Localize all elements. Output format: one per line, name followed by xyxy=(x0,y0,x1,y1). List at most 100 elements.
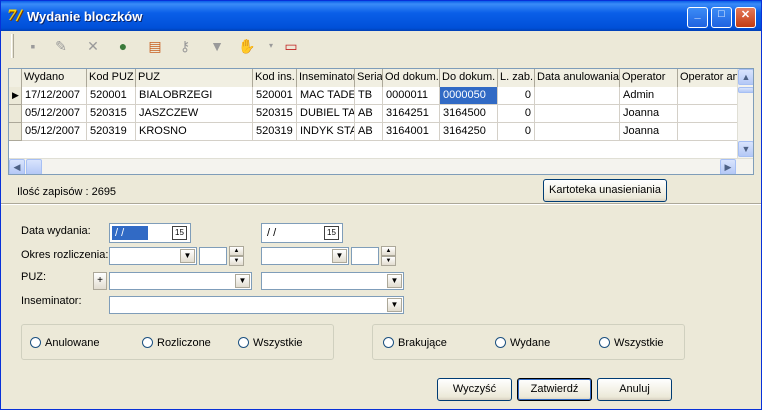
period-to-year-field[interactable] xyxy=(351,247,379,265)
chevron-down-icon[interactable]: ▼ xyxy=(387,298,402,312)
delete-icon[interactable]: ✕ xyxy=(83,36,103,56)
inseminator-select[interactable]: ▼ xyxy=(109,296,404,314)
toolbar-grip[interactable] xyxy=(11,34,14,58)
cell-data-anulowania[interactable] xyxy=(535,105,620,123)
radio-wydane[interactable]: Wydane xyxy=(495,337,550,349)
cell-operator-an[interactable] xyxy=(678,123,739,141)
chevron-down-icon[interactable]: ▼ xyxy=(332,249,347,263)
horizontal-scrollbar[interactable]: ◀ ▶ xyxy=(9,158,753,174)
cell-inseminator[interactable]: DUBIEL TA xyxy=(297,105,355,123)
radio-icon[interactable] xyxy=(495,337,506,348)
calendar-icon[interactable]: 15 xyxy=(324,226,339,240)
radio-wszystkie-1[interactable]: Wszystkie xyxy=(238,337,303,349)
col-header-l-zab[interactable]: L. zab. xyxy=(498,69,535,87)
hand-icon[interactable]: ✋ xyxy=(237,36,257,56)
cell-wydano[interactable]: 05/12/2007 xyxy=(22,123,87,141)
spin-down-icon[interactable]: ▼ xyxy=(229,256,244,266)
cell-kod-ins[interactable]: 520001 xyxy=(253,87,297,105)
radio-brakujace[interactable]: Brakujące xyxy=(383,337,447,349)
radio-wszystkie-2[interactable]: Wszystkie xyxy=(599,337,664,349)
cell-inseminator[interactable]: MAC TADE xyxy=(297,87,355,105)
cell-do-dokum[interactable]: 3164500 xyxy=(440,105,498,123)
cell-kod-puz[interactable]: 520319 xyxy=(87,123,136,141)
period-from-spinner[interactable]: ▲ ▼ xyxy=(229,246,244,266)
key-icon[interactable]: ⚷ xyxy=(175,36,195,56)
register-button[interactable]: Kartoteka unasieniania xyxy=(543,179,667,202)
col-header-puz[interactable]: PUZ xyxy=(136,69,253,87)
period-from-year-field[interactable] xyxy=(199,247,227,265)
table-row[interactable]: ▶ 17/12/2007 520001 BIALOBRZEGI 520001 M… xyxy=(9,87,739,105)
cell-puz[interactable]: BIALOBRZEGI xyxy=(136,87,253,105)
calendar-icon[interactable]: 15 xyxy=(172,226,187,240)
cell-od-dokum[interactable]: 3164251 xyxy=(383,105,440,123)
vertical-scrollbar[interactable]: ▲ ▼ xyxy=(737,69,753,158)
radio-anulowane[interactable]: Anulowane xyxy=(30,337,99,349)
col-header-kod-puz[interactable]: Kod PUZ xyxy=(87,69,136,87)
confirm-button[interactable]: Zatwierdź xyxy=(517,378,592,401)
puz-plus-button[interactable]: + xyxy=(93,272,107,290)
cell-seria[interactable]: TB xyxy=(355,87,383,105)
col-header-kod-ins[interactable]: Kod ins. xyxy=(253,69,297,87)
globe-icon[interactable]: ● xyxy=(113,36,133,56)
col-header-od-dokum[interactable]: Od dokum. xyxy=(383,69,440,87)
scroll-left-icon[interactable]: ◀ xyxy=(9,159,25,174)
cell-operator[interactable]: Joanna xyxy=(620,123,678,141)
cell-kod-puz[interactable]: 520001 xyxy=(87,87,136,105)
col-header-operator-an[interactable]: Operator an xyxy=(678,69,739,87)
col-header-seria[interactable]: Seria xyxy=(355,69,383,87)
cell-puz[interactable]: JASZCZEW xyxy=(136,105,253,123)
chevron-down-icon[interactable]: ▼ xyxy=(235,274,250,288)
minimize-button[interactable]: _ xyxy=(687,7,708,28)
cell-operator[interactable]: Joanna xyxy=(620,105,678,123)
filter-icon[interactable]: ▼ xyxy=(207,36,227,56)
chevron-down-icon[interactable]: ▼ xyxy=(180,249,195,263)
title-bar[interactable]: 7/ Wydanie bloczków _ □ ✕ xyxy=(1,1,761,31)
cell-wydano[interactable]: 17/12/2007 xyxy=(22,87,87,105)
document-icon[interactable]: ▤ xyxy=(145,36,165,56)
date-to-field[interactable]: / / 15 xyxy=(261,223,343,243)
col-header-operator[interactable]: Operator xyxy=(620,69,678,87)
records-grid[interactable]: Wydano Kod PUZ PUZ Kod ins. Inseminator … xyxy=(8,68,754,175)
cell-l-zab[interactable]: 0 xyxy=(498,87,535,105)
radio-icon[interactable] xyxy=(599,337,610,348)
cell-data-anulowania[interactable] xyxy=(535,87,620,105)
period-to-spinner[interactable]: ▲ ▼ xyxy=(381,246,396,266)
cell-puz[interactable]: KROSNO xyxy=(136,123,253,141)
new-window-icon[interactable]: ▭ xyxy=(281,36,301,56)
cancel-button[interactable]: Anuluj xyxy=(597,378,672,401)
cell-wydano[interactable]: 05/12/2007 xyxy=(22,105,87,123)
date-from-value[interactable]: / / xyxy=(112,226,148,240)
cell-operator-an[interactable] xyxy=(678,105,739,123)
scroll-thumb[interactable] xyxy=(738,87,753,93)
dropdown-icon[interactable]: ▾ xyxy=(261,36,281,56)
col-header-inseminator[interactable]: Inseminator xyxy=(297,69,355,87)
cell-kod-puz[interactable]: 520315 xyxy=(87,105,136,123)
edit-icon[interactable]: ✎ xyxy=(51,36,71,56)
clear-button[interactable]: Wyczyść xyxy=(437,378,512,401)
cell-operator-an[interactable] xyxy=(678,87,739,105)
close-button[interactable]: ✕ xyxy=(735,7,756,28)
cell-inseminator[interactable]: INDYK STA xyxy=(297,123,355,141)
cell-l-zab[interactable]: 0 xyxy=(498,123,535,141)
spin-down-icon[interactable]: ▼ xyxy=(381,256,396,266)
cell-od-dokum[interactable]: 3164001 xyxy=(383,123,440,141)
maximize-button[interactable]: □ xyxy=(711,7,732,28)
cell-do-dokum[interactable]: 3164250 xyxy=(440,123,498,141)
cell-do-dokum-selected[interactable]: 0000050 xyxy=(440,87,498,105)
col-header-wydano[interactable]: Wydano xyxy=(22,69,87,87)
cell-kod-ins[interactable]: 520315 xyxy=(253,105,297,123)
date-to-value[interactable]: / / xyxy=(264,226,300,240)
radio-rozliczone[interactable]: Rozliczone xyxy=(142,337,211,349)
radio-icon[interactable] xyxy=(30,337,41,348)
cell-od-dokum[interactable]: 0000011 xyxy=(383,87,440,105)
save-icon[interactable]: ▪ xyxy=(23,36,43,56)
period-from-month-select[interactable]: ▼ xyxy=(109,247,197,265)
cell-kod-ins[interactable]: 520319 xyxy=(253,123,297,141)
radio-icon[interactable] xyxy=(142,337,153,348)
cell-seria[interactable]: AB xyxy=(355,123,383,141)
period-to-month-select[interactable]: ▼ xyxy=(261,247,349,265)
chevron-down-icon[interactable]: ▼ xyxy=(387,274,402,288)
puz-name-select[interactable]: ▼ xyxy=(261,272,404,290)
radio-icon[interactable] xyxy=(383,337,394,348)
table-row[interactable]: 05/12/2007 520315 JASZCZEW 520315 DUBIEL… xyxy=(9,105,739,123)
